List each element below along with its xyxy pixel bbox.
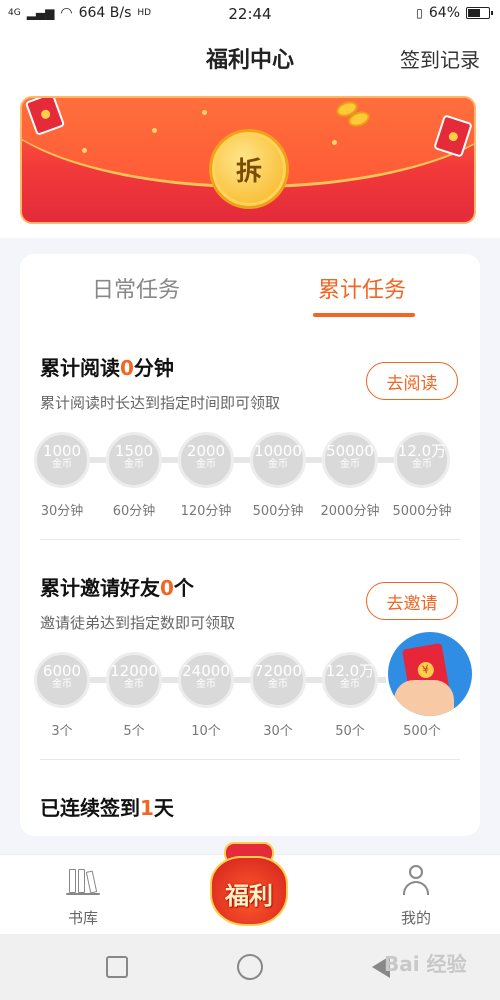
reward-coin: 10000 金币 <box>250 432 306 488</box>
reward-coin: 12000 金币 <box>106 652 162 708</box>
reading-title: 累计阅读0分钟 <box>40 352 174 381</box>
go-read-button[interactable]: 去阅读 <box>366 362 458 400</box>
reading-desc: 累计阅读时长达到指定时间即可领取 <box>40 394 281 412</box>
reward-amount: 2000 <box>186 442 226 460</box>
sparkle-dot <box>82 148 87 153</box>
reward-unit: 金币 <box>268 679 288 690</box>
signin-title: 已连续签到1天 <box>40 792 174 821</box>
reward-unit: 金币 <box>52 459 72 470</box>
reward-requirement: 500分钟 <box>252 504 304 519</box>
sparkle-dot <box>152 128 157 133</box>
reward-requirement: 500个 <box>403 724 441 739</box>
reward-unit: 金币 <box>340 679 360 690</box>
invite-title-prefix: 累计邀请好友 <box>40 576 160 600</box>
nav-books[interactable]: 书库 <box>43 865 123 928</box>
signin-section: 已连续签到1天 <box>20 792 480 832</box>
reward-amount: 10000 <box>254 442 302 460</box>
divider <box>40 539 460 540</box>
reward-coin: 50000 金币 <box>322 432 378 488</box>
hand-icon <box>394 680 454 716</box>
reward-unit: 金币 <box>268 459 288 470</box>
red-packet-banner[interactable]: 拆 <box>20 96 476 224</box>
reward-requirement: 2000分钟 <box>320 504 380 519</box>
reward-coin: 12.0万 金币 <box>322 652 378 708</box>
battery-level-fill <box>468 9 481 17</box>
reward-coin: 1500 金币 <box>106 432 162 488</box>
nav-mine[interactable]: 我的 <box>376 865 456 928</box>
tab-daily-tasks[interactable]: 日常任务 <box>92 272 180 304</box>
go-invite-button[interactable]: 去邀请 <box>366 582 458 620</box>
invite-desc: 邀请徒弟达到指定数即可领取 <box>40 614 236 632</box>
reward-unit: 金币 <box>124 459 144 470</box>
task-card: 日常任务 累计任务 累计阅读0分钟 累计阅读时长达到指定时间即可领取 去阅读 1… <box>20 254 480 836</box>
bookshelf-icon <box>66 865 100 895</box>
nav-books-label: 书库 <box>67 909 98 927</box>
reward-coin: 12.0万 金币 <box>394 432 450 488</box>
floating-red-packet-button[interactable] <box>388 632 472 716</box>
invite-count: 0 <box>160 576 174 600</box>
reward-unit: 金币 <box>196 679 216 690</box>
reward-amount: 1000 <box>42 442 82 460</box>
person-icon <box>401 865 431 895</box>
reward-amount: 1500 <box>114 442 154 460</box>
recent-apps-button[interactable] <box>106 956 128 978</box>
signin-count: 1 <box>140 796 154 820</box>
open-packet-button[interactable]: 拆 <box>212 132 286 206</box>
app-header: 福利中心 签到记录 <box>0 28 500 88</box>
reward-requirement: 3个 <box>51 724 73 739</box>
reading-title-suffix: 分钟 <box>133 356 174 380</box>
reward-amount: 12.0万 <box>325 662 375 680</box>
tab-accumulated-tasks[interactable]: 累计任务 <box>318 272 406 304</box>
nav-mine-label: 我的 <box>400 909 431 927</box>
signin-title-suffix: 天 <box>153 796 174 820</box>
vibrate-icon: ▯ <box>416 6 423 20</box>
reading-title-prefix: 累计阅读 <box>40 356 120 380</box>
reward-requirement: 5个 <box>123 724 145 739</box>
reward-requirement: 10个 <box>191 724 221 739</box>
battery-text: 64% <box>428 5 460 21</box>
invite-title-suffix: 个 <box>173 576 194 600</box>
reward-coin: 24000 金币 <box>178 652 234 708</box>
reward-unit: 金币 <box>124 679 144 690</box>
reward-requirement: 120分钟 <box>180 504 232 519</box>
banner-area: 拆 <box>0 88 500 238</box>
battery-icon <box>466 7 493 19</box>
reward-amount: 72000 <box>254 662 302 680</box>
reward-coin: 2000 金币 <box>178 432 234 488</box>
reward-unit: 金币 <box>52 679 72 690</box>
sparkle-dot <box>202 110 207 115</box>
sparkle-dot <box>332 140 337 145</box>
reward-amount: 12000 <box>110 662 158 680</box>
reward-requirement: 60分钟 <box>112 504 156 519</box>
reward-amount: 6000 <box>42 662 82 680</box>
signin-title-prefix: 已连续签到 <box>40 796 140 820</box>
reward-amount: 24000 <box>182 662 230 680</box>
reading-section: 累计阅读0分钟 累计阅读时长达到指定时间即可领取 去阅读 1000 金币 30分钟 1… <box>20 352 480 542</box>
reward-requirement: 30个 <box>263 724 293 739</box>
reward-unit: 金币 <box>412 459 432 470</box>
reward-coin: 72000 金币 <box>250 652 306 708</box>
active-tab-indicator <box>313 313 415 317</box>
reward-amount: 50000 <box>326 442 374 460</box>
watermark-text: Bai 经验 <box>384 952 467 976</box>
divider <box>40 759 460 760</box>
invite-title: 累计邀请好友0个 <box>40 572 194 601</box>
reward-unit: 金币 <box>196 459 216 470</box>
reward-amount: 12.0万 <box>397 442 447 460</box>
home-button[interactable] <box>237 954 263 980</box>
status-right: ▯ 64% <box>416 5 493 21</box>
reward-requirement: 50个 <box>335 724 365 739</box>
reward-coin: 1000 金币 <box>34 432 90 488</box>
sign-record-link[interactable]: 签到记录 <box>400 44 480 73</box>
nav-fuli[interactable]: 福利 <box>206 830 292 930</box>
reward-unit: 金币 <box>340 459 360 470</box>
reward-requirement: 5000分钟 <box>392 504 452 519</box>
reading-count: 0 <box>120 356 134 380</box>
reward-requirement: 30分钟 <box>40 504 84 519</box>
reward-coin: 6000 金币 <box>34 652 90 708</box>
status-bar: 4G ▂▄▆ ◠ 664 B/s HD 22:44 ▯ 64% <box>0 0 500 28</box>
nav-fuli-label: 福利 <box>225 882 273 910</box>
task-tabs: 日常任务 累计任务 <box>20 254 480 324</box>
